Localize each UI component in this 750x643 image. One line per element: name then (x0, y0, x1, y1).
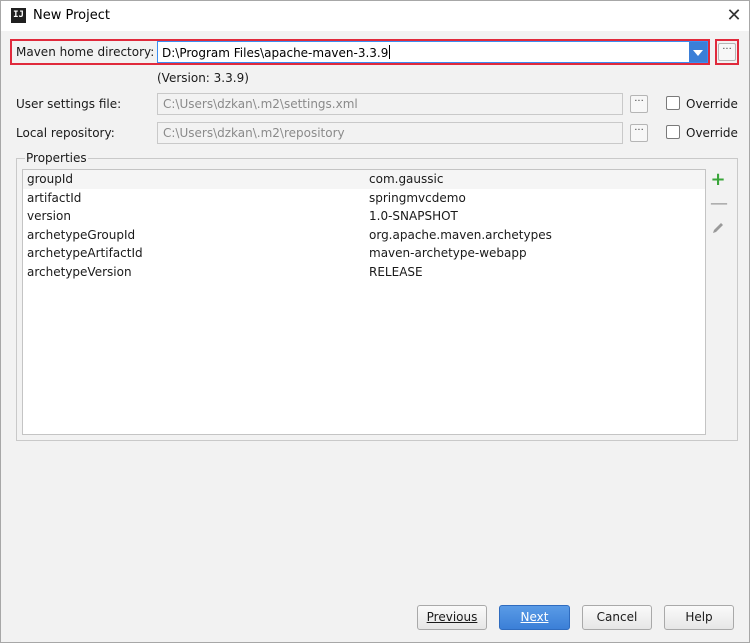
maven-home-label-text: Maven home directory: (16, 45, 155, 59)
close-icon: ✕ (726, 5, 742, 26)
edit-property-button[interactable] (710, 221, 726, 237)
maven-home-value: D:\Program Files\apache-maven-3.3.9 (162, 45, 391, 60)
cancel-button-label: Cancel (596, 610, 638, 624)
table-row[interactable]: artifactId springmvcdemo (23, 189, 705, 208)
maven-home-combo[interactable]: D:\Program Files\apache-maven-3.3.9 (157, 41, 708, 63)
pencil-icon (713, 223, 723, 233)
user-settings-label: User settings file: (16, 97, 122, 111)
help-button[interactable]: Help (664, 605, 734, 630)
properties-table[interactable]: groupId com.gaussic artifactId springmvc… (22, 169, 706, 435)
property-key: archetypeGroupId (27, 227, 136, 242)
property-value: com.gaussic (369, 172, 444, 186)
add-property-button[interactable]: + (710, 169, 726, 190)
maven-home-value-text: D:\Program Files\apache-maven-3.3.9 (162, 46, 389, 60)
ellipsis-icon: ··· (634, 125, 644, 136)
property-value: 1.0-SNAPSHOT (369, 209, 458, 223)
next-button-label: Next (520, 610, 549, 624)
next-button[interactable]: Next (499, 605, 570, 630)
user-settings-override-checkbox[interactable] (666, 96, 680, 110)
title-bar: IJ New Project ✕ (1, 1, 749, 31)
maven-version-text: (Version: 3.3.9) (157, 71, 249, 85)
property-key: archetypeVersion (27, 264, 132, 279)
previous-button[interactable]: Previous (417, 605, 487, 630)
close-button[interactable]: ✕ (719, 2, 749, 30)
local-repo-label: Local repository: (16, 126, 115, 140)
table-row[interactable]: groupId com.gaussic (23, 170, 705, 189)
previous-button-label: Previous (426, 610, 478, 624)
properties-title: Properties (25, 151, 88, 165)
local-repo-override-checkbox[interactable] (666, 125, 680, 139)
window-title: New Project (33, 8, 110, 23)
local-repo-override-label: Override (686, 126, 738, 140)
property-value: org.apache.maven.archetypes (369, 227, 552, 242)
property-key: artifactId (27, 190, 82, 205)
user-settings-browse-button[interactable]: ··· (630, 95, 648, 113)
ellipsis-icon: ··· (634, 96, 644, 107)
user-settings-field[interactable]: C:\Users\dzkan\.m2\settings.xml (157, 93, 623, 115)
property-value: maven-archetype-webapp (369, 246, 527, 260)
local-repo-browse-button[interactable]: ··· (630, 124, 648, 142)
property-key: groupId (27, 172, 74, 186)
chevron-down-icon[interactable] (689, 42, 707, 62)
property-key: archetypeArtifactId (27, 246, 143, 260)
help-button-label: Help (685, 610, 713, 624)
maven-home-label: Maven home directory: (16, 45, 154, 59)
property-value: springmvcdemo (369, 190, 466, 205)
property-key: version (27, 209, 71, 223)
new-project-dialog: IJ New Project ✕ Maven home directory: D… (0, 0, 750, 643)
remove-property-button[interactable]: — (710, 193, 728, 214)
minus-icon: — (710, 193, 728, 214)
table-row[interactable]: archetypeVersion RELEASE (23, 263, 705, 282)
cancel-button[interactable]: Cancel (582, 605, 652, 630)
property-value: RELEASE (369, 264, 423, 279)
table-row[interactable]: archetypeArtifactId maven-archetype-weba… (23, 244, 705, 263)
local-repo-field[interactable]: C:\Users\dzkan\.m2\repository (157, 122, 623, 144)
user-settings-override-label: Override (686, 97, 738, 111)
intellij-app-icon: IJ (11, 8, 26, 23)
plus-icon: + (710, 169, 726, 190)
table-row[interactable]: archetypeGroupId org.apache.maven.archet… (23, 226, 705, 245)
ellipsis-icon: ··· (722, 44, 732, 55)
maven-home-browse-button[interactable]: ··· (718, 43, 736, 61)
table-row[interactable]: version 1.0-SNAPSHOT (23, 207, 705, 226)
